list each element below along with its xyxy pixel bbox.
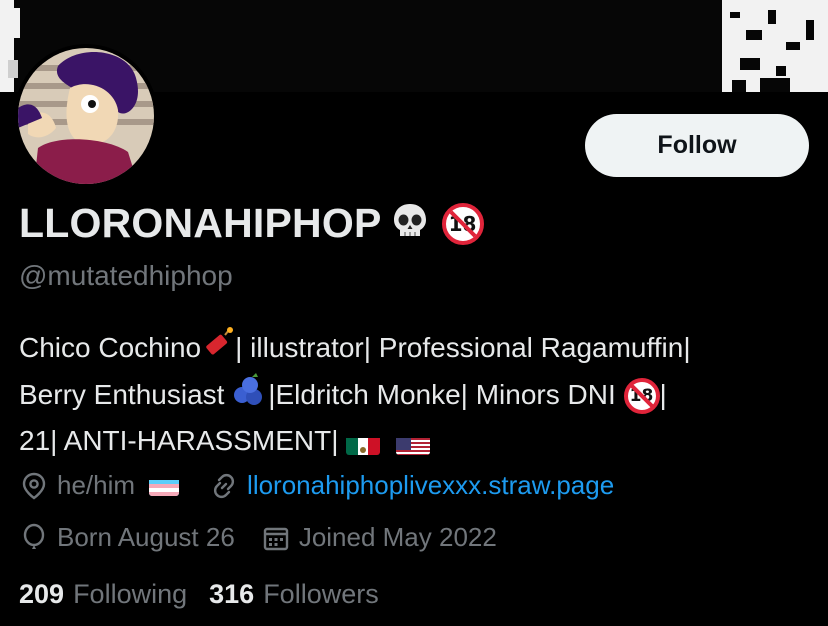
display-name: LLORONAHIPHOP — [19, 200, 382, 246]
profile-bio: Chico Cochino | illustrator| Professiona… — [19, 326, 819, 462]
no-one-under-18-emoji: 18 — [623, 378, 660, 415]
no-one-under-18-emoji: 18 — [441, 202, 484, 245]
link-icon — [209, 471, 239, 501]
bio-line-2: Berry Enthusiast |Eldritch Monke| Minors… — [19, 373, 819, 420]
follow-button[interactable]: Follow — [585, 114, 809, 177]
birthday-text: Born August 26 — [57, 522, 235, 552]
blueberries-emoji — [232, 373, 268, 419]
bio-text: Chico Cochino — [19, 332, 202, 363]
bio-text: |Eldritch Monke| Minors DNI — [268, 378, 624, 410]
profile-meta-row-2: Born August 26 Joined May 2022 — [19, 522, 497, 553]
profile-handle: @mutatedhiphop — [19, 260, 233, 291]
bio-text: 21| ANTI-HARASSMENT| — [19, 425, 347, 457]
joined-text: Joined May 2022 — [298, 522, 497, 552]
location-icon — [19, 471, 49, 501]
profile-avatar[interactable] — [14, 44, 158, 188]
skull-emoji — [390, 201, 430, 246]
following-label: Following — [73, 579, 188, 609]
website-link[interactable]: lloronahiphoplivexxx.straw.page — [247, 470, 614, 501]
following-stat[interactable]: 209 Following — [19, 579, 187, 610]
follow-stats: 209 Following 316 Followers — [19, 579, 379, 610]
avatar-illustration — [18, 48, 154, 184]
bio-text: | illustrator| Professional Ragamuffin| — [235, 332, 691, 363]
firecracker-emoji — [201, 326, 235, 373]
pronouns-text: he/him — [57, 470, 136, 500]
balloon-icon — [19, 523, 49, 553]
followers-stat[interactable]: 316 Followers — [209, 579, 379, 610]
us-flag — [396, 431, 431, 455]
bio-line-3: 21| ANTI-HARASSMENT| — [19, 419, 819, 462]
profile-meta-row-1: he/him lloronahiphoplivexxx.straw.page — [19, 470, 614, 501]
calendar-icon — [261, 523, 291, 553]
bio-line-1: Chico Cochino | illustrator| Professiona… — [19, 326, 819, 373]
mexico-flag — [346, 431, 381, 455]
followers-count: 316 — [209, 579, 255, 609]
bio-text: | — [659, 378, 667, 410]
bio-text: Berry Enthusiast — [19, 378, 233, 410]
transgender-flag — [149, 476, 180, 496]
following-count: 209 — [19, 579, 65, 609]
profile-name-row: LLORONAHIPHOP 18 — [19, 200, 484, 247]
followers-label: Followers — [263, 579, 379, 609]
